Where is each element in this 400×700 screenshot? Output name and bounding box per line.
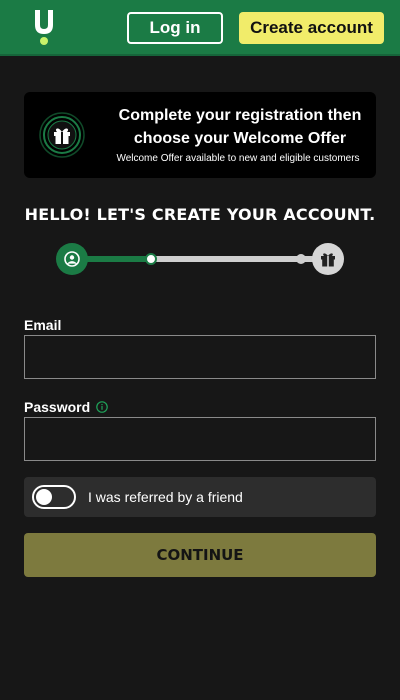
offer-subtitle: Welcome Offer available to new and eligi…: [116, 153, 360, 164]
gift-icon: [321, 253, 335, 267]
top-header: Log in Create account: [0, 0, 400, 56]
offer-title: Complete your registration then choose y…: [108, 104, 372, 150]
login-button[interactable]: Log in: [127, 12, 223, 44]
referral-toggle-row[interactable]: I was referred by a friend: [24, 477, 376, 517]
unibet-logo-icon[interactable]: [34, 10, 56, 46]
progress-track: [72, 256, 334, 262]
password-label-row: Password: [24, 399, 108, 415]
password-field[interactable]: [24, 417, 376, 461]
progress-step-offer: [312, 243, 344, 275]
create-account-button[interactable]: Create account: [239, 12, 384, 44]
progress-end-marker: [296, 254, 306, 264]
app-root: Log in Create account Complete your regi…: [0, 0, 400, 700]
logo-dot: [40, 37, 48, 45]
progress-current-marker: [145, 253, 157, 265]
logo-u-glyph: [35, 10, 53, 34]
referral-toggle[interactable]: [32, 485, 76, 509]
progress-step-account: [56, 243, 88, 275]
offer-title-line-2: choose your Welcome Offer: [133, 130, 347, 147]
registration-progress: [56, 242, 346, 276]
offer-title-line-1: Complete your registration then: [118, 107, 362, 124]
user-icon: [64, 251, 80, 267]
welcome-offer-banner: Complete your registration then choose y…: [24, 92, 376, 178]
email-label: Email: [24, 317, 62, 333]
email-field[interactable]: [24, 335, 376, 379]
password-label: Password: [24, 399, 91, 415]
page-title: HELLO! LET'S CREATE YOUR ACCOUNT.: [24, 205, 376, 224]
continue-button[interactable]: CONTINUE: [24, 533, 376, 577]
referral-label: I was referred by a friend: [88, 489, 243, 505]
gift-icon: [39, 112, 85, 158]
referral-toggle-knob: [36, 489, 52, 505]
info-icon[interactable]: [96, 401, 108, 413]
